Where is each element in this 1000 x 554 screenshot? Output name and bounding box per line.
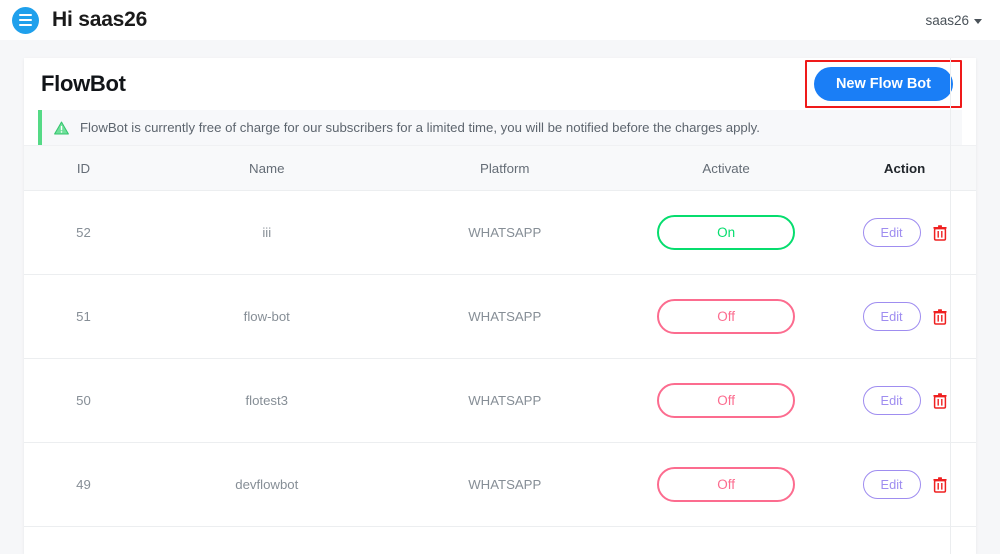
delete-button[interactable] (933, 308, 947, 325)
cell-id: 52 (24, 190, 143, 275)
cell-name: flotest3 (143, 358, 391, 443)
card-right-edge (950, 58, 951, 554)
flowbot-card: FlowBot New Flow Bot FlowBot is currentl… (24, 58, 976, 554)
warning-triangle-icon (54, 121, 69, 134)
new-flow-bot-highlight: New Flow Bot (804, 60, 962, 108)
hamburger-bar (19, 14, 32, 16)
column-header-name[interactable]: Name (143, 145, 391, 191)
table-row: 50 flotest3 WHATSAPP Off Edit (24, 358, 976, 443)
delete-button[interactable] (933, 224, 947, 241)
cell-platform: WHATSAPP (390, 358, 619, 443)
activate-toggle-on[interactable]: On (657, 215, 796, 250)
column-header-id[interactable]: ID (24, 145, 143, 191)
edit-button[interactable]: Edit (862, 218, 921, 247)
cell-activate: Off (618, 442, 834, 527)
table-row: 51 flow-bot WHATSAPP Off Edit (24, 274, 976, 359)
cell-id: 51 (24, 274, 143, 359)
edit-button[interactable]: Edit (862, 302, 921, 331)
chevron-down-icon (974, 18, 982, 24)
cell-name: flow-bot (143, 274, 391, 359)
greeting-text: Hi saas26 (52, 8, 148, 31)
action-buttons: Edit (833, 218, 976, 247)
table-header: ID Name Platform Activate Action (24, 145, 976, 191)
action-buttons: Edit (833, 302, 976, 331)
page-body: FlowBot New Flow Bot FlowBot is currentl… (0, 40, 1000, 554)
info-banner: FlowBot is currently free of charge for … (38, 110, 962, 145)
cell-name: devflowbot (143, 442, 391, 527)
cell-platform: WHATSAPP (390, 190, 619, 275)
hamburger-bar (19, 19, 32, 21)
hamburger-menu-icon[interactable] (12, 6, 39, 34)
flowbot-table: ID Name Platform Activate Action 52 iii WH… (24, 145, 976, 527)
table-body: 52 iii WHATSAPP On Edit 51 flow-bot WHATSAPP Off… (24, 190, 976, 527)
delete-button[interactable] (933, 476, 947, 493)
table-row: 49 devflowbot WHATSAPP Off Edit (24, 442, 976, 527)
hamburger-bar (19, 24, 32, 26)
cell-activate: Off (618, 358, 834, 443)
cell-id: 50 (24, 358, 143, 443)
cell-activate: On (618, 190, 834, 275)
activate-toggle-off[interactable]: Off (657, 383, 796, 418)
column-header-activate[interactable]: Activate (618, 145, 834, 191)
cell-id: 49 (24, 442, 143, 527)
new-flow-bot-button[interactable]: New Flow Bot (813, 67, 953, 101)
cell-activate: Off (618, 274, 834, 359)
cell-action: Edit (833, 190, 976, 275)
delete-button[interactable] (933, 392, 947, 409)
cell-name: iii (143, 190, 391, 275)
column-header-platform[interactable]: Platform (390, 145, 619, 191)
edit-button[interactable]: Edit (862, 470, 921, 499)
action-buttons: Edit (833, 386, 976, 415)
action-buttons: Edit (833, 470, 976, 499)
page-title: FlowBot (41, 71, 126, 96)
activate-toggle-off[interactable]: Off (657, 467, 796, 502)
cell-platform: WHATSAPP (390, 442, 619, 527)
info-banner-text: FlowBot is currently free of charge for … (80, 120, 760, 135)
table-row: 52 iii WHATSAPP On Edit (24, 190, 976, 275)
trash-icon (933, 308, 947, 325)
trash-icon (933, 476, 947, 493)
trash-icon (933, 392, 947, 409)
column-header-action[interactable]: Action (833, 145, 976, 191)
activate-toggle-off[interactable]: Off (657, 299, 796, 334)
cell-action: Edit (833, 442, 976, 527)
account-label: saas26 (925, 12, 969, 28)
top-bar: Hi saas26 saas26 (0, 0, 1000, 40)
cell-action: Edit (833, 358, 976, 443)
table-header-row: ID Name Platform Activate Action (24, 145, 976, 191)
edit-button[interactable]: Edit (862, 386, 921, 415)
account-menu[interactable]: saas26 (925, 13, 986, 28)
trash-icon (933, 224, 947, 241)
cell-action: Edit (833, 274, 976, 359)
cell-platform: WHATSAPP (390, 274, 619, 359)
card-header: FlowBot New Flow Bot (24, 58, 976, 110)
